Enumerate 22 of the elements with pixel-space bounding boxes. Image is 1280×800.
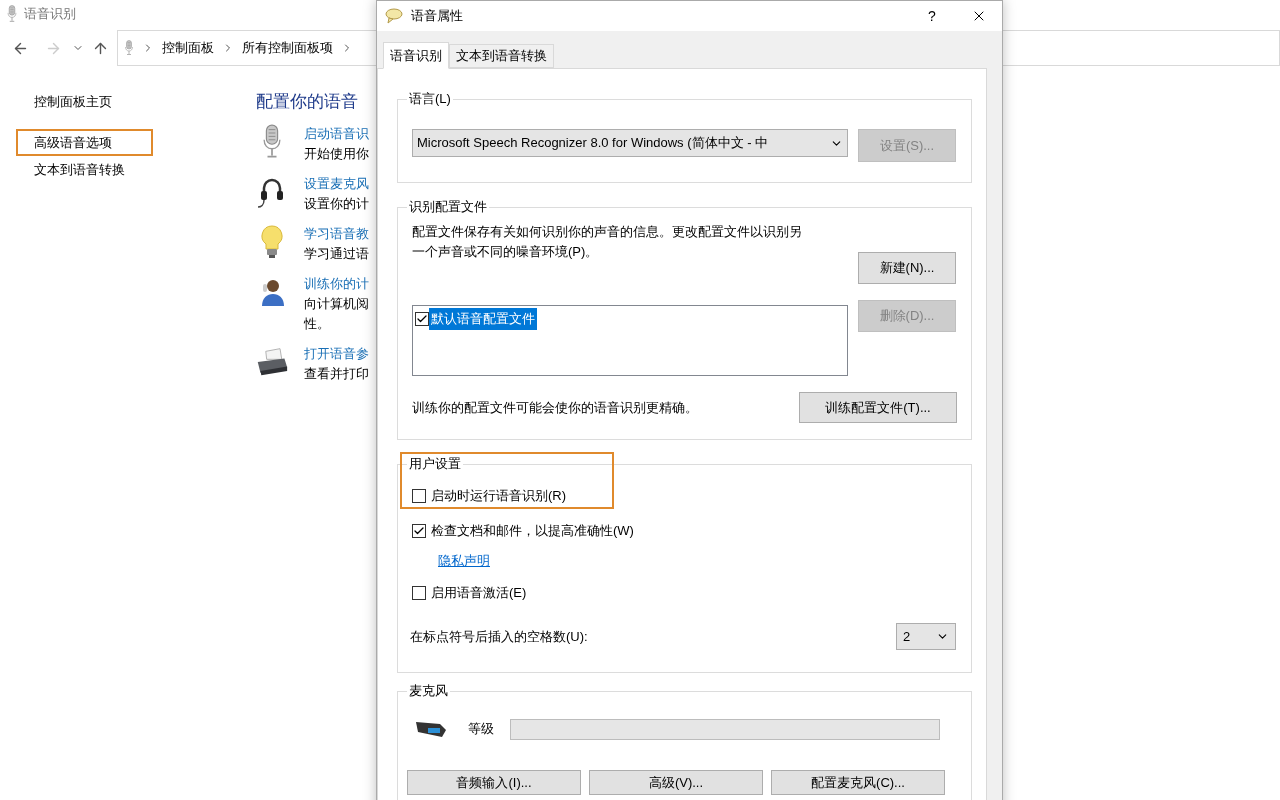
task-description: 向计算机阅 bbox=[304, 295, 369, 313]
group-legend: 语言(L) bbox=[407, 90, 453, 108]
window-title: 语音识别 bbox=[24, 5, 76, 24]
page-heading: 配置你的语音 bbox=[256, 91, 359, 113]
level-label: 等级 bbox=[468, 720, 494, 739]
group-legend: 识别配置文件 bbox=[407, 198, 489, 216]
profile-description: 配置文件保存有关如何识别你的声音的信息。更改配置文件以识别另一个声音或不同的噪音环境(P)。 bbox=[412, 223, 803, 261]
checkbox-label: 检查文档和邮件，以提高准确性(W) bbox=[431, 522, 634, 541]
checkbox-label: 启动时运行语音识别(R) bbox=[431, 487, 567, 506]
task-description: 学习通过语 bbox=[304, 245, 369, 263]
dialog-title: 语音属性 bbox=[411, 7, 463, 26]
select-value: 2 bbox=[903, 627, 911, 646]
task-description: 开始使用你 bbox=[304, 145, 369, 163]
group-legend: 用户设置 bbox=[407, 455, 463, 473]
checkbox-label: 启用语音激活(E) bbox=[431, 584, 527, 603]
spaces-label: 在标点符号后插入的空格数(U): bbox=[410, 627, 588, 646]
task-description: 性。 bbox=[304, 315, 331, 333]
task-description: 设置你的计 bbox=[304, 195, 369, 213]
train-note: 训练你的配置文件可能会使你的语音识别更精确。 bbox=[412, 398, 698, 417]
group-legend: 麦克风 bbox=[407, 682, 450, 700]
task-description: 查看并打印 bbox=[304, 365, 369, 383]
dropdown-value: Microsoft Speech Recognizer 8.0 for Windows (简体中文 - 中 bbox=[417, 134, 769, 153]
